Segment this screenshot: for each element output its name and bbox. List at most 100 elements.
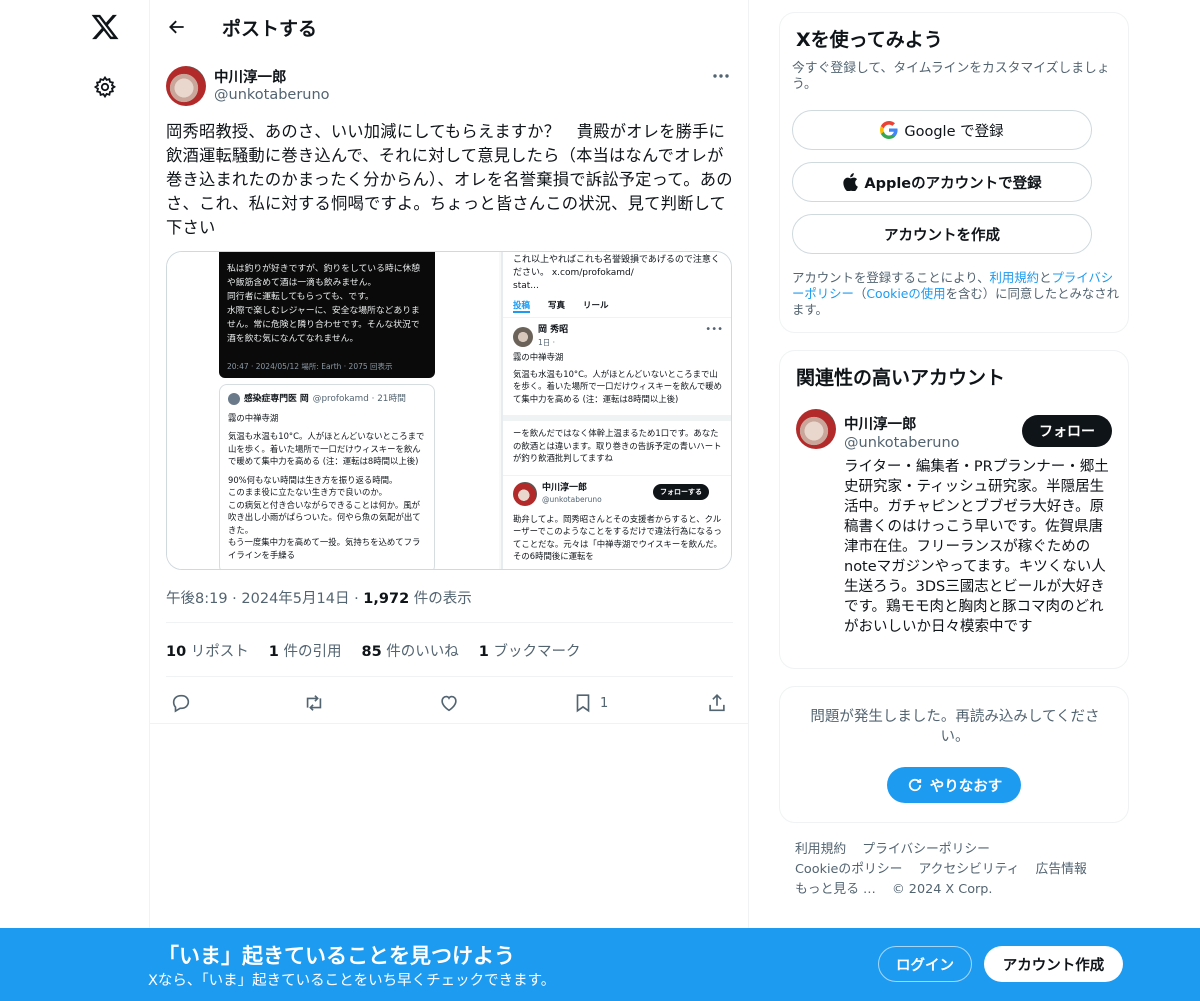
login-button[interactable]: ログイン bbox=[878, 946, 972, 982]
refresh-icon bbox=[908, 778, 921, 792]
legal-text: と bbox=[1039, 270, 1052, 285]
banner-title: 「いま」起きていることを見つけよう bbox=[158, 944, 515, 968]
footer-link[interactable]: アクセシビリティ bbox=[919, 862, 1020, 877]
reply-paragraph: 勘弁してよ。岡秀昭さんとその支援者からすると、クルーザーでこのようなことをするだ… bbox=[513, 513, 722, 562]
bookmark-count: 1 bbox=[600, 695, 609, 711]
related-handle[interactable]: @unkotaberuno bbox=[844, 435, 960, 451]
screenshot-tab: 投稿 bbox=[513, 301, 531, 313]
post-actions: 1 bbox=[166, 686, 733, 720]
signup-legal-text: アカウントを登録することにより、利用規約とプライバシーポリシー（Cookieの使… bbox=[792, 270, 1122, 318]
reply-name: 中川淳一郎 bbox=[542, 482, 588, 493]
legal-text: アカウントを登録することにより、 bbox=[792, 270, 990, 285]
post-stats: 10 リポスト 1 件の引用 85 件のいいね 1 ブックマーク bbox=[166, 640, 581, 661]
dark-post-text: 私は釣りが好きですが、釣りをしている時に休憩や飯筋含めて酒は一滴も飲みません。 … bbox=[227, 264, 421, 344]
google-icon bbox=[880, 121, 898, 139]
left-nav-rail bbox=[0, 0, 150, 928]
quote-name: 感染症専門医 岡 bbox=[244, 394, 309, 404]
reply-icon bbox=[172, 694, 190, 713]
settings-gear-icon[interactable] bbox=[90, 72, 120, 102]
apple-signup-label: Appleのアカウントで登録 bbox=[864, 175, 1042, 192]
retry-label: やりなおす bbox=[929, 778, 1003, 795]
repost-button[interactable] bbox=[302, 686, 326, 720]
quote-paragraph: 霧の中禅寺湖 bbox=[228, 412, 279, 423]
screenshot-tab: リール bbox=[583, 301, 609, 311]
like-button[interactable] bbox=[438, 686, 460, 720]
dark-post-meta: 20:47 · 2024/05/12 場所: Earth · 2075 回表示 bbox=[227, 362, 393, 371]
google-signup-button[interactable]: Google で登録 bbox=[792, 110, 1092, 150]
related-bio: ライター・編集者・PRプランナー・郷土史研究家・ティッシュ研究家。半隠居生活中。… bbox=[844, 459, 1109, 635]
screenshot-fb-post: 岡 秀昭 1日 · ••• 霧の中禅寺湖 気温も水温も10°C。人がほとんどいな… bbox=[503, 318, 731, 415]
author-name[interactable]: 中川淳一郎 bbox=[214, 66, 287, 87]
fb-more-icon: ••• bbox=[705, 324, 723, 335]
media-left-panel: 私は釣りが好きですが、釣りをしている時に休憩や飯筋含めて酒は一滴も飲みません。 … bbox=[167, 252, 499, 569]
screenshot-tab: 写真 bbox=[548, 301, 566, 311]
error-card: 問題が発生しました。再読み込みしてください。 やりなおす bbox=[779, 686, 1129, 823]
fb-name: 岡 秀昭 bbox=[538, 325, 569, 335]
media-right-panel: これ以上やればこれも名誉毀損であげるので注意ください。 x.com/profok… bbox=[501, 252, 731, 569]
footer-link[interactable]: 利用規約 bbox=[795, 842, 846, 857]
quote-paragraph: 90%何もない時間は生き方を振り返る時間。 このまま役に立たない生き方で良いのか… bbox=[228, 474, 421, 560]
copyright: © 2024 X Corp. bbox=[891, 882, 993, 897]
retry-button[interactable]: やりなおす bbox=[887, 767, 1021, 803]
footer-link[interactable]: プライバシーポリシー bbox=[862, 842, 990, 857]
reply-avatar bbox=[513, 482, 537, 506]
quote-avatar bbox=[228, 393, 240, 406]
signup-button[interactable]: アカウント作成 bbox=[984, 946, 1123, 982]
screenshot-tabs: 投稿 写真 リール bbox=[503, 295, 731, 318]
post-media-image[interactable]: 私は釣りが好きですが、釣りをしている時に休憩や飯筋含めて酒は一滴も飲みません。 … bbox=[166, 251, 732, 570]
bookmark-icon bbox=[576, 694, 590, 713]
signup-title: Xを使ってみよう bbox=[796, 29, 943, 51]
footer-link[interactable]: もっと見る … bbox=[795, 882, 876, 897]
fb-sub: 1日 · bbox=[538, 337, 556, 347]
reply-follow-badge: フォローする bbox=[653, 483, 709, 500]
heart-icon bbox=[441, 695, 457, 712]
share-button[interactable] bbox=[706, 686, 728, 720]
related-title: 関連性の高いアカウント bbox=[796, 367, 1006, 389]
avatar[interactable] bbox=[166, 66, 206, 106]
post-time[interactable]: 午後8:19 bbox=[166, 591, 228, 607]
banner-subtitle: Xなら、「いま」起きていることをいち早くチェックできます。 bbox=[148, 973, 556, 989]
author-handle[interactable]: @unkotaberuno bbox=[214, 87, 330, 103]
footer-link[interactable]: Cookieのポリシー bbox=[795, 862, 902, 877]
bookmark-button[interactable]: 1 bbox=[572, 686, 608, 720]
apple-icon bbox=[843, 173, 859, 191]
more-options-icon[interactable] bbox=[706, 64, 736, 88]
related-accounts-card: 関連性の高いアカウント 中川淳一郎 @unkotaberuno フォロー ライタ… bbox=[779, 350, 1129, 669]
reposts-stat[interactable]: 10 リポスト bbox=[166, 640, 249, 661]
post-date[interactable]: 2024年5月14日 bbox=[241, 591, 349, 607]
share-icon bbox=[709, 694, 725, 712]
fb-paragraph: 気温も水温も10°C。人がほとんどいないところまで山を歩く。着いた場所で一口だけ… bbox=[513, 368, 722, 404]
signup-card: Xを使ってみよう 今すぐ登録して、タイムラインをカスタマイズしましょう。 Goo… bbox=[779, 12, 1129, 333]
main-column: ポストする 中川淳一郎 @unkotaberuno 岡秀昭教授、あのさ、いい加減… bbox=[150, 0, 749, 928]
likes-stat[interactable]: 85 件のいいね bbox=[362, 640, 459, 661]
fb-paragraph: 霧の中禅寺湖 bbox=[513, 352, 564, 362]
fb-avatar bbox=[513, 326, 533, 347]
reply-handle: @unkotaberuno bbox=[542, 495, 602, 504]
quotes-stat[interactable]: 1 件の引用 bbox=[269, 640, 342, 661]
quote-paragraph: 気温も水温も10°C。人がほとんどいないところまで山を歩く。着いた場所で一口だけ… bbox=[228, 431, 425, 466]
back-arrow-icon[interactable] bbox=[162, 12, 192, 42]
post-text: 岡秀昭教授、あのさ、いい加減にしてもらえますか？ 貴殿がオレを勝手に飲酒運転騒動… bbox=[166, 122, 733, 237]
create-account-button[interactable]: アカウントを作成 bbox=[792, 214, 1092, 254]
footer-links: 利用規約 プライバシーポリシー Cookieのポリシー アクセシビリティ 広告情… bbox=[795, 840, 1125, 900]
signup-subtitle: 今すぐ登録して、タイムラインをカスタマイズしましょう。 bbox=[792, 61, 1110, 92]
reply-paragraph: ーを飲んだではなく体幹上温まるため1口です。あなたの飲酒とは違います。取り巻きの… bbox=[513, 428, 722, 463]
fb-post-header: 岡 秀昭 1日 · bbox=[513, 324, 723, 349]
related-name[interactable]: 中川淳一郎 bbox=[844, 413, 917, 434]
page-header: ポストする bbox=[150, 0, 749, 54]
terms-link[interactable]: 利用規約 bbox=[990, 270, 1040, 285]
create-account-label: アカウントを作成 bbox=[884, 227, 1000, 244]
follow-button[interactable]: フォロー bbox=[1022, 415, 1112, 447]
x-logo-icon[interactable] bbox=[88, 10, 122, 44]
avatar[interactable] bbox=[796, 409, 836, 449]
reply-button[interactable] bbox=[170, 686, 192, 720]
page-title: ポストする bbox=[222, 18, 318, 40]
cookie-link[interactable]: Cookieの使用 bbox=[866, 286, 945, 301]
post-meta: 午後8:19 · 2024年5月14日 · 1,972 件の表示 bbox=[166, 591, 472, 607]
bookmarks-stat[interactable]: 1 ブックマーク bbox=[479, 640, 581, 661]
screenshot-dark-post: 私は釣りが好きですが、釣りをしている時に休憩や飯筋含めて酒は一滴も飲みません。 … bbox=[219, 252, 435, 378]
apple-signup-button[interactable]: Appleのアカウントで登録 bbox=[792, 162, 1092, 202]
footer-link[interactable]: 広告情報 bbox=[1036, 862, 1087, 877]
divider bbox=[150, 723, 749, 724]
divider bbox=[166, 676, 733, 677]
